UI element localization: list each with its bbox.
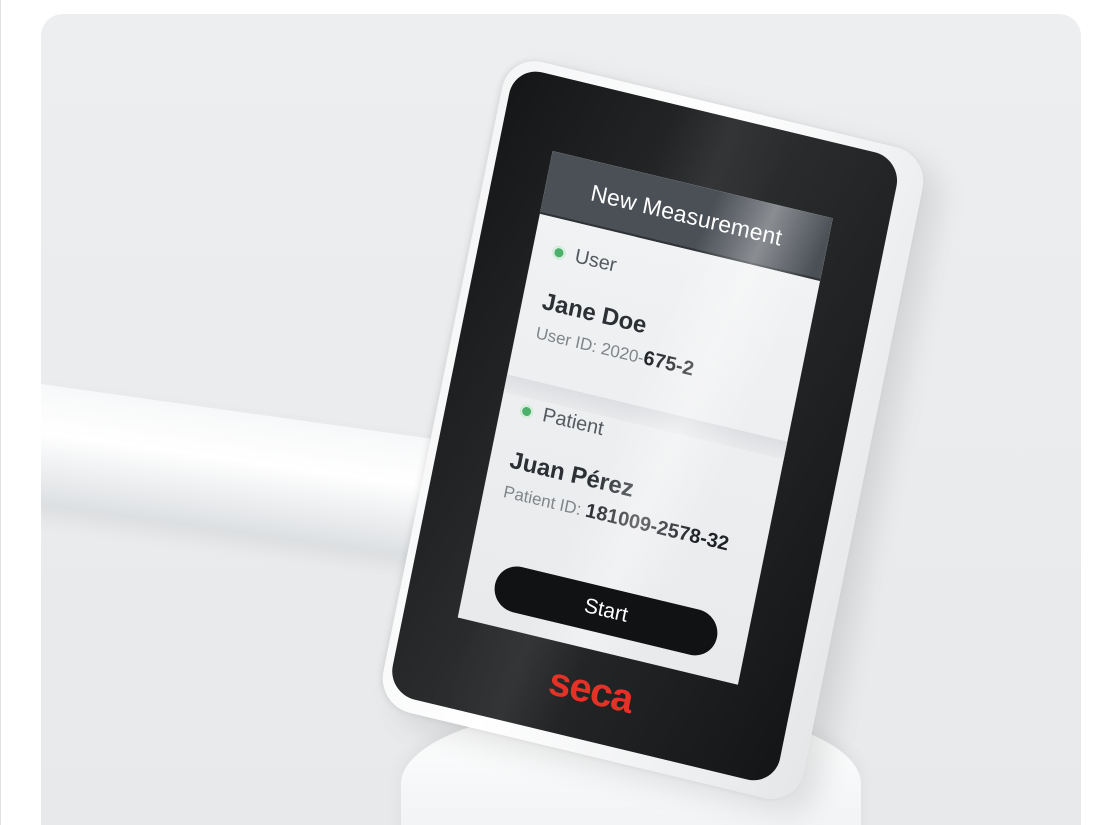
product-image-card: New Measurement User Jane Doe User ID: 2… (41, 14, 1081, 825)
user-status-dot-icon (551, 244, 567, 261)
product-scene: New Measurement User Jane Doe User ID: 2… (41, 14, 1081, 825)
user-label: User (572, 245, 619, 277)
left-divider (0, 0, 1, 825)
device-screen: New Measurement User Jane Doe User ID: 2… (457, 151, 833, 685)
device-bezel: New Measurement User Jane Doe User ID: 2… (387, 65, 903, 786)
patient-status-dot-icon (519, 403, 535, 420)
measurement-device: New Measurement User Jane Doe User ID: 2… (376, 54, 930, 806)
